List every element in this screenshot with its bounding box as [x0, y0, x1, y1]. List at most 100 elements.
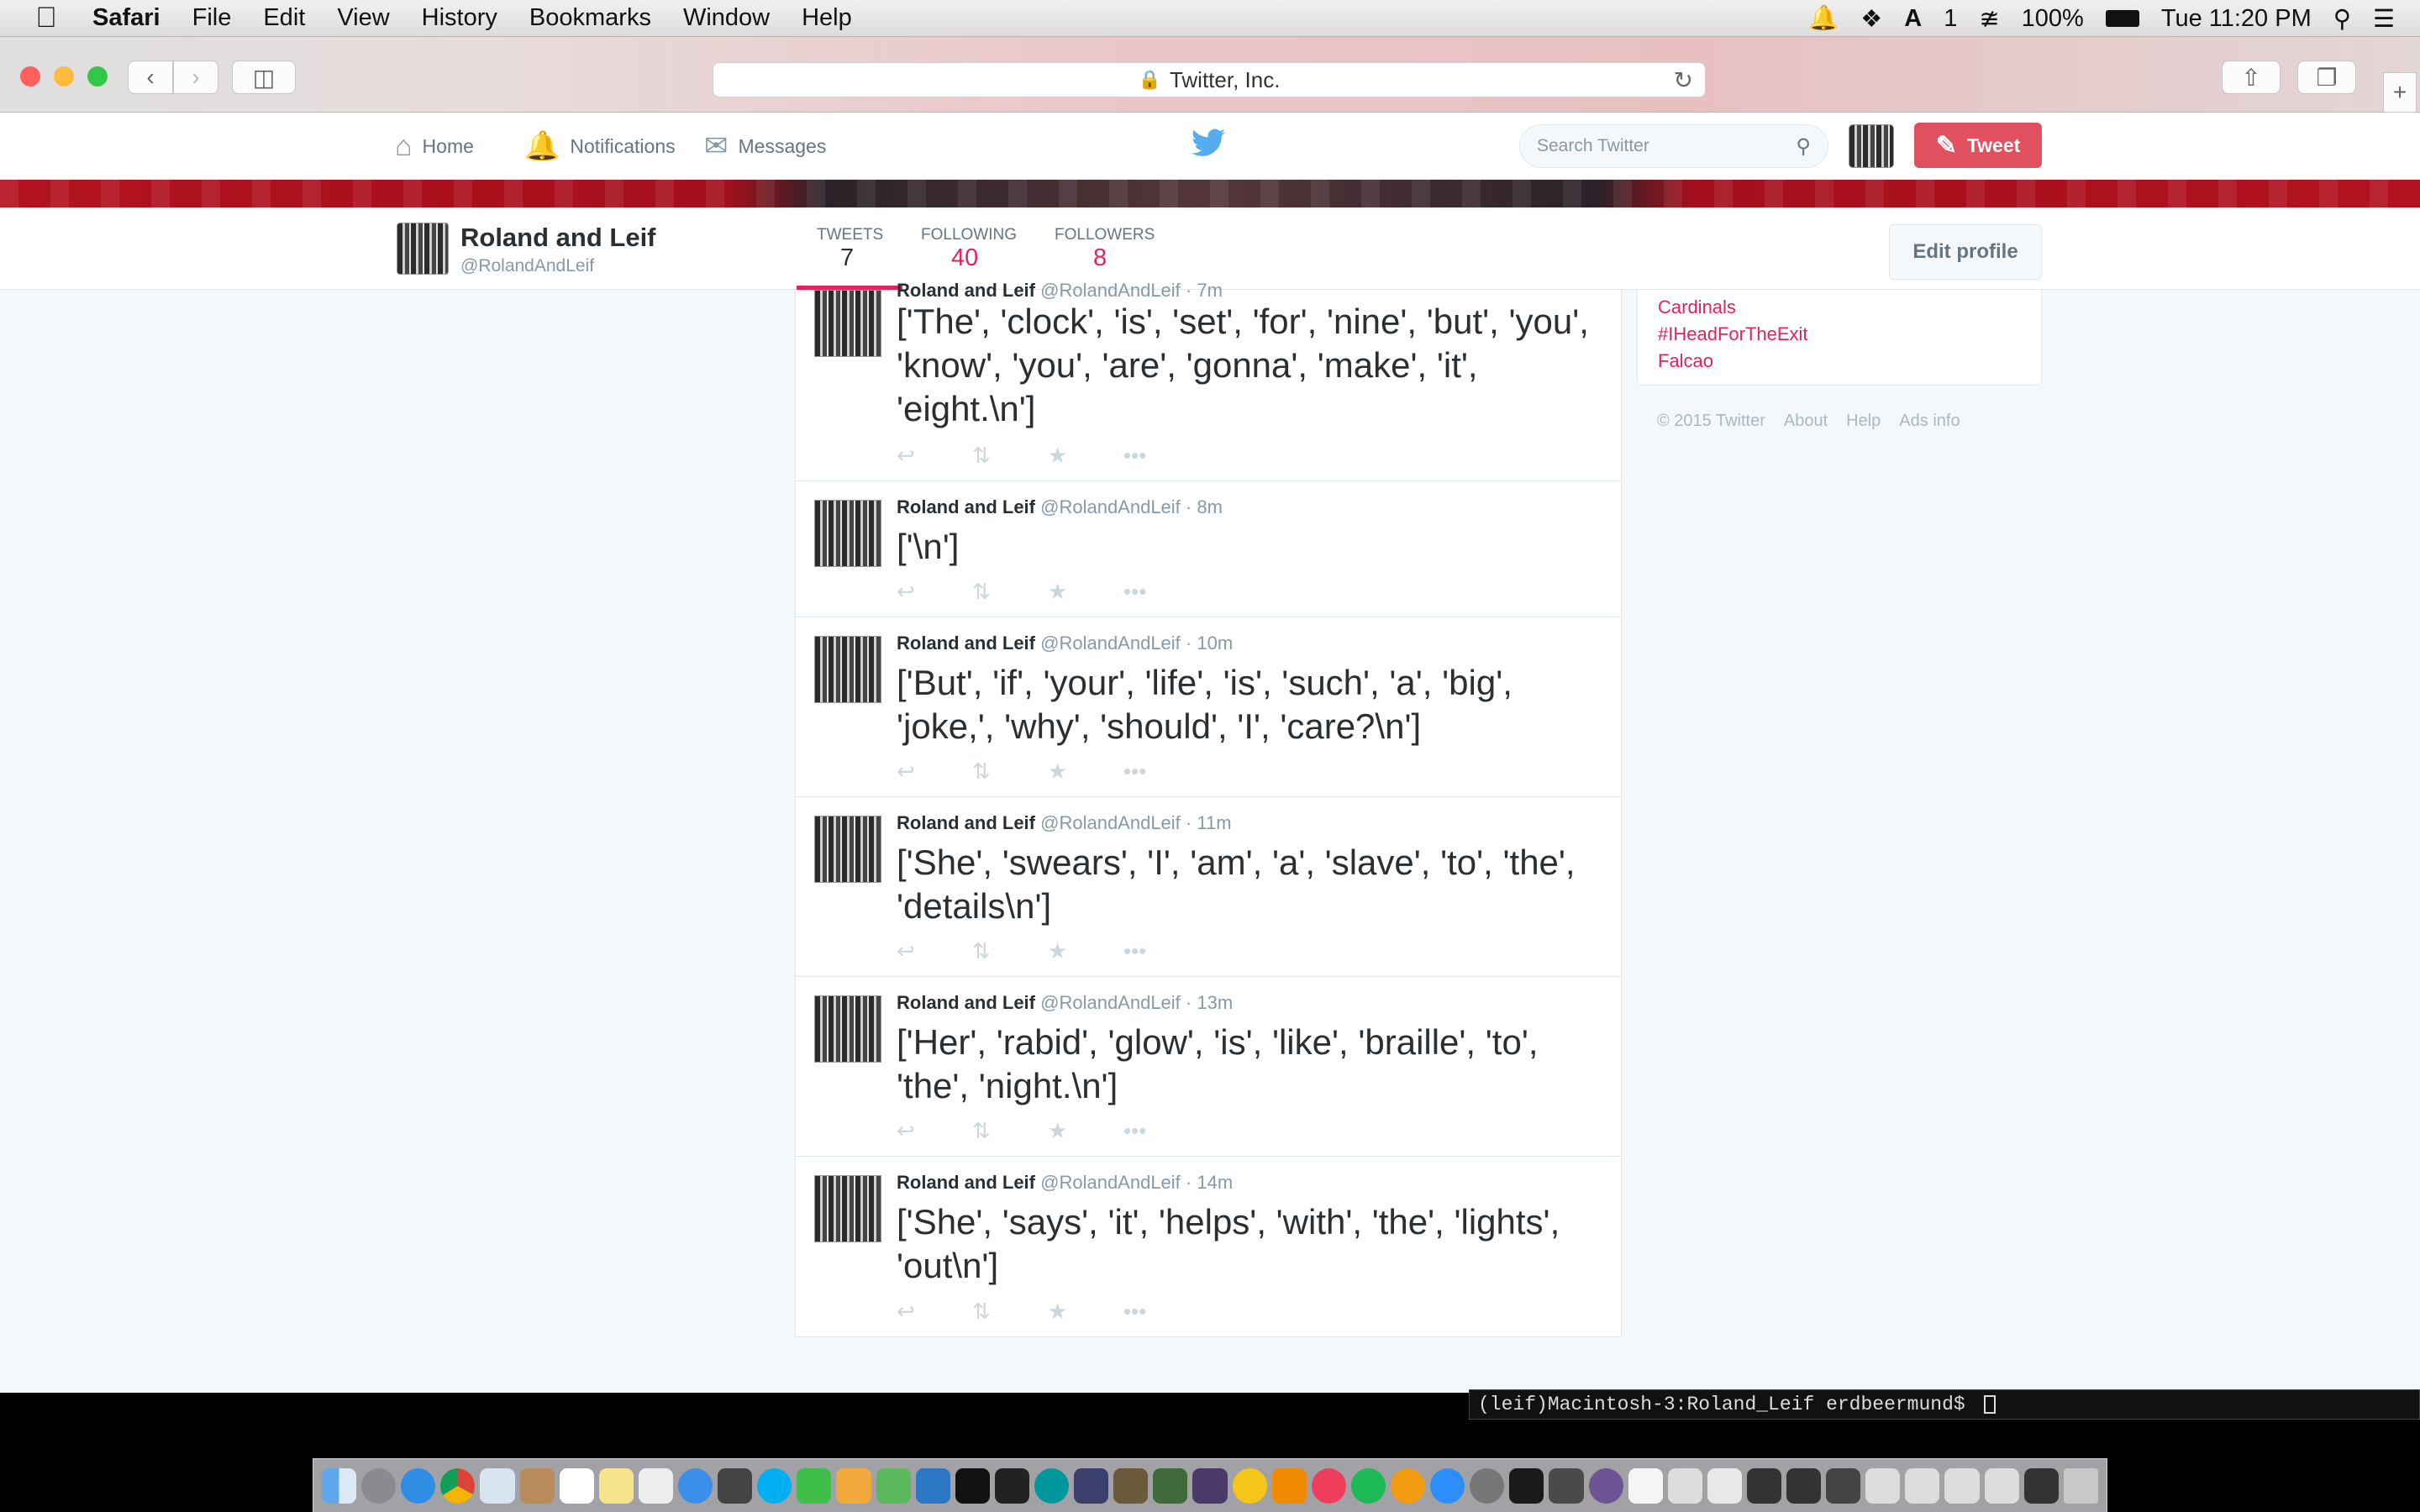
sidebar-toggle-button[interactable]: ◫: [232, 60, 296, 94]
notification-center-bell-icon[interactable]: 🔔: [1808, 4, 1839, 33]
trend-link[interactable]: #IHeadForTheExit: [1658, 323, 1808, 345]
safari-icon[interactable]: [401, 1467, 436, 1504]
retweet-icon[interactable]: ⇅: [972, 443, 1048, 469]
menu-edit[interactable]: Edit: [263, 4, 305, 32]
menu-app-name[interactable]: Safari: [92, 4, 160, 32]
trend-link[interactable]: Falcao: [1658, 350, 1713, 372]
footer-help-link[interactable]: Help: [1846, 412, 1881, 431]
game-app-2-icon[interactable]: [1113, 1467, 1149, 1504]
minimize-window-button[interactable]: [54, 66, 74, 87]
pycharm-icon[interactable]: [955, 1467, 990, 1504]
search-icon[interactable]: ⚲: [1796, 134, 1811, 159]
spotlight-search-icon[interactable]: ⚲: [2333, 4, 2351, 34]
pycharm-edu-icon[interactable]: [994, 1467, 1029, 1504]
tweet-author-name[interactable]: Roland and Leif: [897, 633, 1035, 654]
footer-ads-info-link[interactable]: Ads info: [1899, 412, 1960, 431]
favorite-star-icon[interactable]: ★: [1048, 1118, 1123, 1144]
notes-icon[interactable]: [598, 1467, 634, 1504]
keynote-icon[interactable]: [915, 1467, 950, 1504]
tweet-author-name[interactable]: Roland and Leif: [897, 992, 1035, 1013]
game-app-icon[interactable]: [1074, 1467, 1109, 1504]
profile-name[interactable]: Roland and Leif: [460, 223, 656, 253]
tweet-item[interactable]: Roland and Leif @RolandAndLeif · 10m ['B…: [796, 617, 1621, 797]
more-ellipsis-icon[interactable]: •••: [1123, 759, 1199, 785]
reply-icon[interactable]: ↩: [897, 443, 972, 469]
close-window-button[interactable]: [20, 66, 40, 87]
menu-history[interactable]: History: [422, 4, 497, 32]
skype-icon[interactable]: [757, 1467, 792, 1504]
numbers-icon[interactable]: [876, 1467, 911, 1504]
calendar-icon[interactable]: [559, 1467, 594, 1504]
window-thumbnail-2-icon[interactable]: [1786, 1467, 1822, 1504]
trend-link[interactable]: Cardinals: [1658, 297, 1736, 318]
tweet-timestamp[interactable]: · 7m: [1186, 280, 1223, 301]
chrome-icon[interactable]: [440, 1467, 476, 1504]
itunes-icon[interactable]: [1311, 1467, 1346, 1504]
arduino-icon[interactable]: [1034, 1467, 1070, 1504]
window-thumbnail-6-icon[interactable]: [1944, 1467, 1980, 1504]
new-tab-button[interactable]: +: [2383, 72, 2417, 113]
window-thumbnail-3-icon[interactable]: [1826, 1467, 1861, 1504]
system-preferences-icon[interactable]: [1470, 1467, 1505, 1504]
reply-icon[interactable]: ↩: [897, 1118, 972, 1144]
zoom-window-button[interactable]: [87, 66, 108, 87]
edit-profile-button[interactable]: Edit profile: [1889, 224, 2042, 280]
tweet-author-handle[interactable]: @RolandAndLeif: [1040, 1172, 1181, 1193]
menu-window[interactable]: Window: [683, 4, 770, 32]
wifi-icon[interactable]: ≇: [1979, 4, 1999, 34]
forward-button[interactable]: ›: [173, 60, 218, 94]
tweet-timestamp[interactable]: · 10m: [1186, 633, 1233, 654]
window-thumbnail-5-icon[interactable]: [1905, 1467, 1940, 1504]
game-app-4-icon[interactable]: [1192, 1467, 1228, 1504]
tweet-timestamp[interactable]: · 11m: [1186, 812, 1232, 833]
document-2-icon[interactable]: [1707, 1467, 1742, 1504]
nav-messages[interactable]: ✉ Messages: [704, 113, 826, 180]
window-thumbnail-4-icon[interactable]: [1865, 1467, 1901, 1504]
more-ellipsis-icon[interactable]: •••: [1123, 1299, 1199, 1325]
tabs-overview-button[interactable]: ❐: [2297, 60, 2356, 94]
mail-icon[interactable]: [480, 1467, 515, 1504]
retweet-icon[interactable]: ⇅: [972, 579, 1048, 605]
dropbox-icon[interactable]: ❖: [1860, 4, 1882, 34]
menu-view[interactable]: View: [337, 4, 389, 32]
menu-file[interactable]: File: [192, 4, 232, 32]
reply-icon[interactable]: ↩: [897, 938, 972, 964]
apple-icon[interactable]: : [0, 2, 92, 34]
menu-help[interactable]: Help: [802, 4, 852, 32]
window-thumbnail-icon[interactable]: [1746, 1467, 1782, 1504]
spotify-icon[interactable]: [1350, 1467, 1386, 1504]
nav-notifications[interactable]: 🔔 Notifications: [524, 113, 676, 180]
vlc-icon[interactable]: [1271, 1467, 1307, 1504]
photo-booth-icon[interactable]: [718, 1467, 753, 1504]
facetime-icon[interactable]: [797, 1467, 832, 1504]
tweet-avatar[interactable]: [814, 636, 881, 703]
terminal-icon[interactable]: [1509, 1467, 1544, 1504]
contacts-icon[interactable]: [519, 1467, 555, 1504]
tweet-author-name[interactable]: Roland and Leif: [897, 280, 1035, 301]
tweet-author-name[interactable]: Roland and Leif: [897, 1172, 1035, 1193]
account-avatar[interactable]: [1849, 124, 1894, 168]
tweet-avatar[interactable]: [814, 290, 881, 357]
retweet-icon[interactable]: ⇅: [972, 759, 1048, 785]
more-ellipsis-icon[interactable]: •••: [1123, 443, 1199, 469]
nav-home[interactable]: ⌂ Home: [395, 113, 474, 180]
sublime-text-icon[interactable]: [1549, 1467, 1584, 1504]
address-bar[interactable]: 🔒 Twitter, Inc. ↻: [713, 62, 1706, 97]
reload-icon[interactable]: ↻: [1674, 66, 1693, 94]
tweet-item[interactable]: Roland and Leif @RolandAndLeif · 7m ['Th…: [796, 280, 1621, 481]
search-input[interactable]: Search Twitter ⚲: [1519, 124, 1828, 168]
retweet-icon[interactable]: ⇅: [972, 938, 1048, 964]
tweet-timestamp[interactable]: · 13m: [1186, 992, 1233, 1013]
favorite-star-icon[interactable]: ★: [1048, 579, 1123, 605]
preview-icon[interactable]: [1667, 1467, 1702, 1504]
profile-handle[interactable]: @RolandAndLeif: [460, 256, 594, 276]
app-store-icon[interactable]: [1430, 1467, 1465, 1504]
favorite-star-icon[interactable]: ★: [1048, 938, 1123, 964]
tweet-author-name[interactable]: Roland and Leif: [897, 812, 1035, 833]
tweet-timestamp[interactable]: · 14m: [1186, 1172, 1233, 1193]
more-ellipsis-icon[interactable]: •••: [1123, 1118, 1199, 1144]
pages-icon[interactable]: [836, 1467, 871, 1504]
adobe-icon[interactable]: A: [1904, 5, 1922, 33]
clock[interactable]: Tue 11:20 PM: [2161, 5, 2312, 33]
tweet-avatar[interactable]: [814, 995, 881, 1063]
